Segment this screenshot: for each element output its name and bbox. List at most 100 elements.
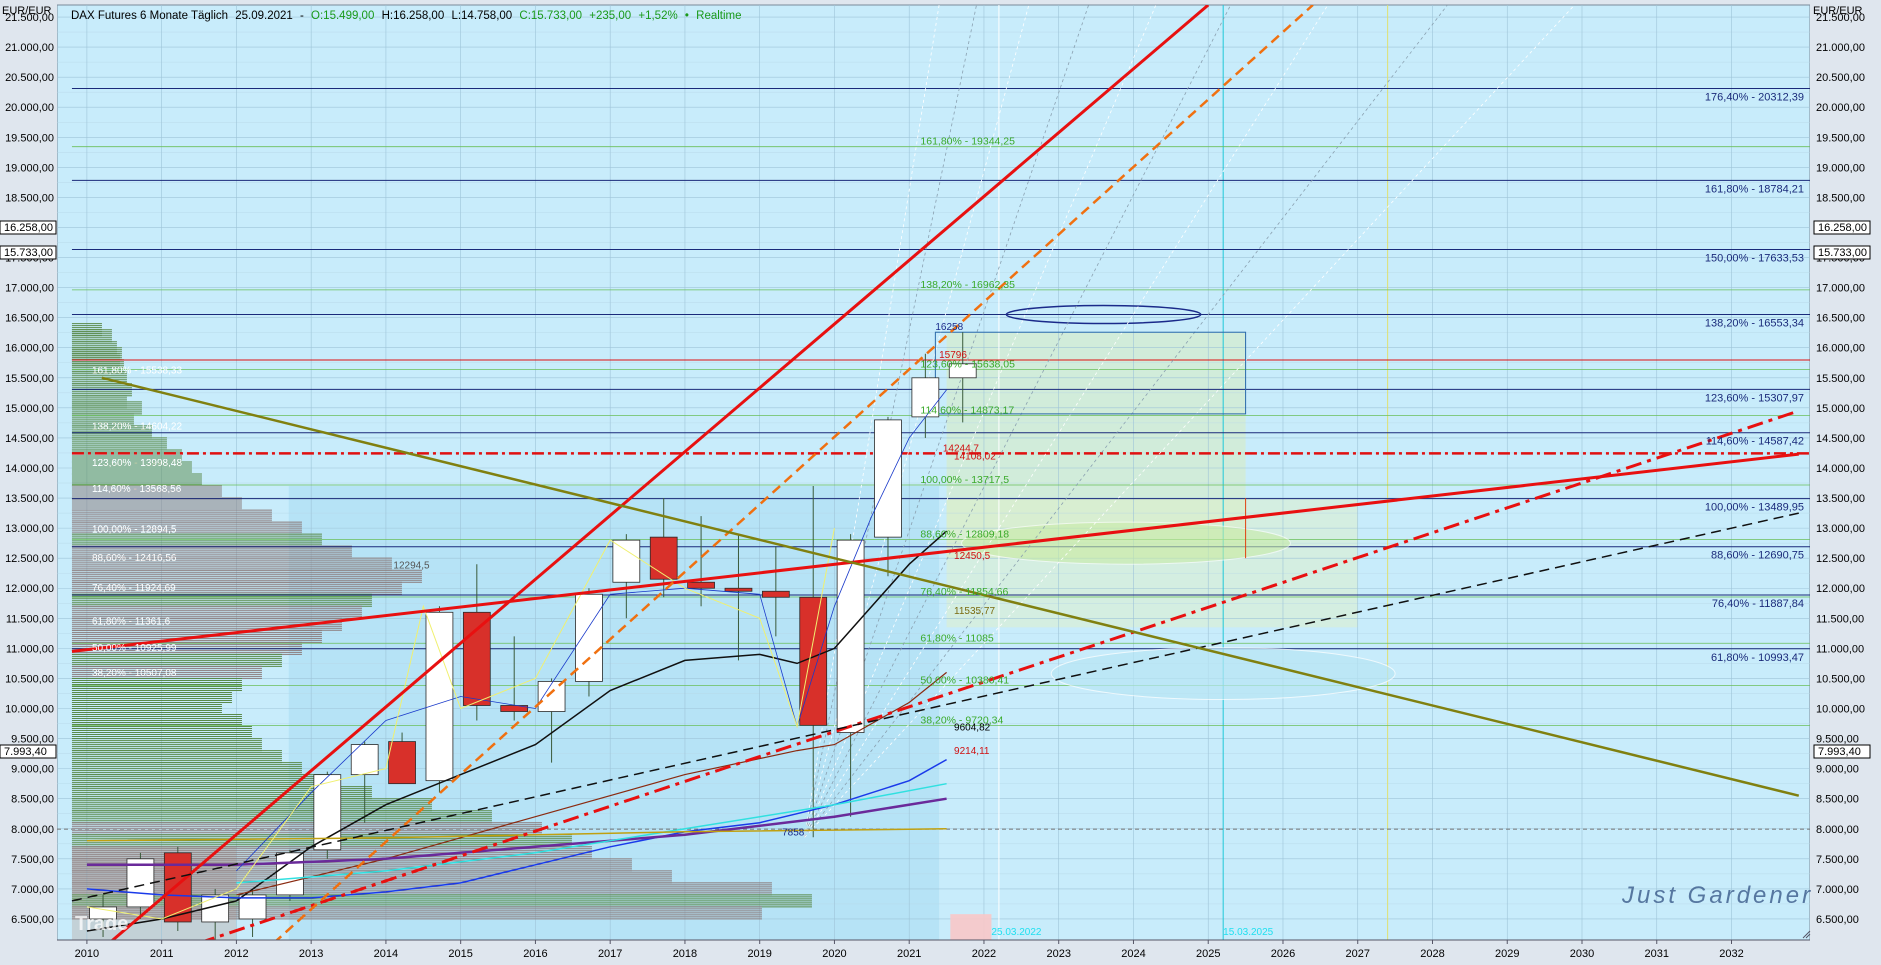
y-tick-right: 7.000,00 xyxy=(1816,884,1859,896)
realtime-label: Realtime xyxy=(696,10,741,22)
x-tick-label: 2012 xyxy=(224,948,248,960)
y-tick-left: 11.500,00 xyxy=(6,613,54,625)
candle-body xyxy=(836,539,865,733)
date-note: 15.03.2025 xyxy=(1223,927,1273,938)
candle-body xyxy=(537,681,566,712)
y-tick-left: 9.000,00 xyxy=(11,764,54,776)
fib-label-left: 76,40% - 11924,69 xyxy=(92,583,176,594)
open-value: O:15.499,00 xyxy=(311,10,374,22)
y-tick-left: 15.500,00 xyxy=(5,373,54,385)
y-tick-left: 20.500,00 xyxy=(5,72,54,84)
logo: Trade xyxy=(75,913,128,935)
y-tick-left: 19.500,00 xyxy=(5,132,54,144)
high-price-tag: 16.258,00 xyxy=(0,220,57,235)
y-tick-left: 8.000,00 xyxy=(11,824,54,836)
fib-label-right: 61,80% - 10993,47 xyxy=(1711,652,1804,664)
y-tick-left: 12.500,00 xyxy=(5,553,54,565)
x-tick-label: 2029 xyxy=(1495,948,1519,960)
bottom-pink-box xyxy=(950,914,992,940)
fib-label-left: 61,80% - 11361,6 xyxy=(92,617,171,628)
change-value: +235,00 xyxy=(589,10,631,22)
fib-label-right: 88,60% - 12690,75 xyxy=(1711,550,1804,562)
chart-date: 25.09.2021 xyxy=(235,10,293,22)
candle-body xyxy=(462,611,491,706)
dax-chart: 161,80% - 15538,33 138,20% - 14604,22 123,… xyxy=(0,0,1881,965)
y-tick-right: 21.000,00 xyxy=(1816,42,1865,54)
y-tick-left: 14.000,00 xyxy=(5,463,54,475)
x-tick-label: 2023 xyxy=(1046,948,1070,960)
y-tick-left: 18.500,00 xyxy=(5,192,54,204)
y-tick-right: 19.000,00 xyxy=(1816,162,1865,174)
x-tick-label: 2022 xyxy=(972,948,996,960)
fib-label-mid: 114,60% - 14873,17 xyxy=(920,404,1014,416)
price-note: 9604,82 xyxy=(954,722,991,733)
candle-body xyxy=(350,744,379,776)
fib-label-right: 176,40% - 20312,39 xyxy=(1705,91,1804,103)
x-tick-label: 2011 xyxy=(150,948,174,960)
x-tick-label: 2013 xyxy=(299,948,323,960)
y-tick-left: 8.500,00 xyxy=(11,794,54,806)
fib-label-right: 76,40% - 11887,84 xyxy=(1712,598,1804,610)
y-tick-right: 6.500,00 xyxy=(1816,914,1859,926)
close-value: C:15.733,00 xyxy=(519,10,582,22)
last-price-tag-right: 15.733,00 xyxy=(1813,245,1871,260)
y-tick-right: 18.500,00 xyxy=(1816,192,1865,204)
last-price-tag-left: 15.733,00 xyxy=(0,245,57,260)
fib-label-right: 100,00% - 13489,95 xyxy=(1705,502,1804,514)
high-value: H:16.258,00 xyxy=(382,10,445,22)
fib-label-right: 150,00% - 17633,53 xyxy=(1705,253,1804,265)
low-value: L:14.758,00 xyxy=(451,10,512,22)
ref-price-tag-left: 7.993,40 xyxy=(0,744,57,759)
chart-header: DAX Futures 6 Monate Täglich 25.09.2021 … xyxy=(71,10,742,22)
y-tick-right: 20.500,00 xyxy=(1816,72,1865,84)
fib-label-mid: 123,60% - 15638,05 xyxy=(920,358,1015,370)
y-tick-right: 15.500,00 xyxy=(1816,373,1865,385)
y-tick-right: 16.500,00 xyxy=(1816,313,1865,325)
fib-label-left: 50,00% - 10925,99 xyxy=(92,643,177,654)
y-tick-right: 7.500,00 xyxy=(1816,854,1859,866)
y-tick-right: 10.000,00 xyxy=(1816,704,1865,716)
x-tick-label: 2025 xyxy=(1196,948,1220,960)
y-tick-right: 13.500,00 xyxy=(1816,493,1865,505)
y-tick-right: 11.500,00 xyxy=(1816,613,1864,625)
y-tick-left: 20.000,00 xyxy=(5,102,54,114)
y-tick-right: 9.500,00 xyxy=(1816,734,1859,746)
y-tick-left: 13.500,00 xyxy=(5,493,54,505)
y-tick-right: 16.000,00 xyxy=(1816,343,1865,355)
y-tick-right: 14.000,00 xyxy=(1816,463,1865,475)
price-note: 12450,5 xyxy=(954,551,991,562)
svg-text:15.733,00: 15.733,00 xyxy=(1818,247,1867,259)
svg-text:7.993,40: 7.993,40 xyxy=(1818,746,1861,758)
fib-label-left: 161,80% - 15538,33 xyxy=(92,366,183,377)
fib-label-mid: 88,60% - 12809,18 xyxy=(920,529,1009,541)
y-tick-left: 10.500,00 xyxy=(5,673,54,685)
y-tick-right: 13.000,00 xyxy=(1816,523,1865,535)
fib-label-right: 123,60% - 15307,97 xyxy=(1705,392,1804,404)
y-tick-left: 13.000,00 xyxy=(5,523,54,535)
y-tick-right: 8.500,00 xyxy=(1816,794,1859,806)
svg-text:16.258,00: 16.258,00 xyxy=(1818,222,1867,234)
y-tick-left: 19.000,00 xyxy=(5,162,54,174)
y-tick-left: 14.500,00 xyxy=(5,433,54,445)
price-note: 15796 xyxy=(939,350,967,361)
y-tick-right: 12.500,00 xyxy=(1816,553,1865,565)
price-note: 16258 xyxy=(935,322,963,333)
currency-right: EUR/EUR xyxy=(1813,5,1863,17)
x-tick-label: 2021 xyxy=(897,948,921,960)
high-price-tag-right: 16.258,00 xyxy=(1813,220,1871,235)
fib-label-mid: 76,40% - 11854,66 xyxy=(920,586,1008,598)
candle-body xyxy=(388,741,416,785)
chart-title: DAX Futures 6 Monate Täglich xyxy=(71,10,228,22)
candle-body xyxy=(575,593,603,682)
y-tick-left: 7.000,00 xyxy=(11,884,54,896)
candle-body xyxy=(649,536,678,580)
x-tick-label: 2017 xyxy=(598,948,622,960)
fib-label-mid: 100,00% - 13717,5 xyxy=(920,474,1009,486)
y-tick-right: 10.500,00 xyxy=(1816,673,1865,685)
x-tick-label: 2028 xyxy=(1420,948,1444,960)
candle-body xyxy=(276,852,304,896)
x-tick-label: 2020 xyxy=(822,948,846,960)
candle-body xyxy=(761,590,790,598)
y-tick-right: 8.000,00 xyxy=(1816,824,1859,836)
y-tick-right: 11.000,00 xyxy=(1816,643,1864,655)
